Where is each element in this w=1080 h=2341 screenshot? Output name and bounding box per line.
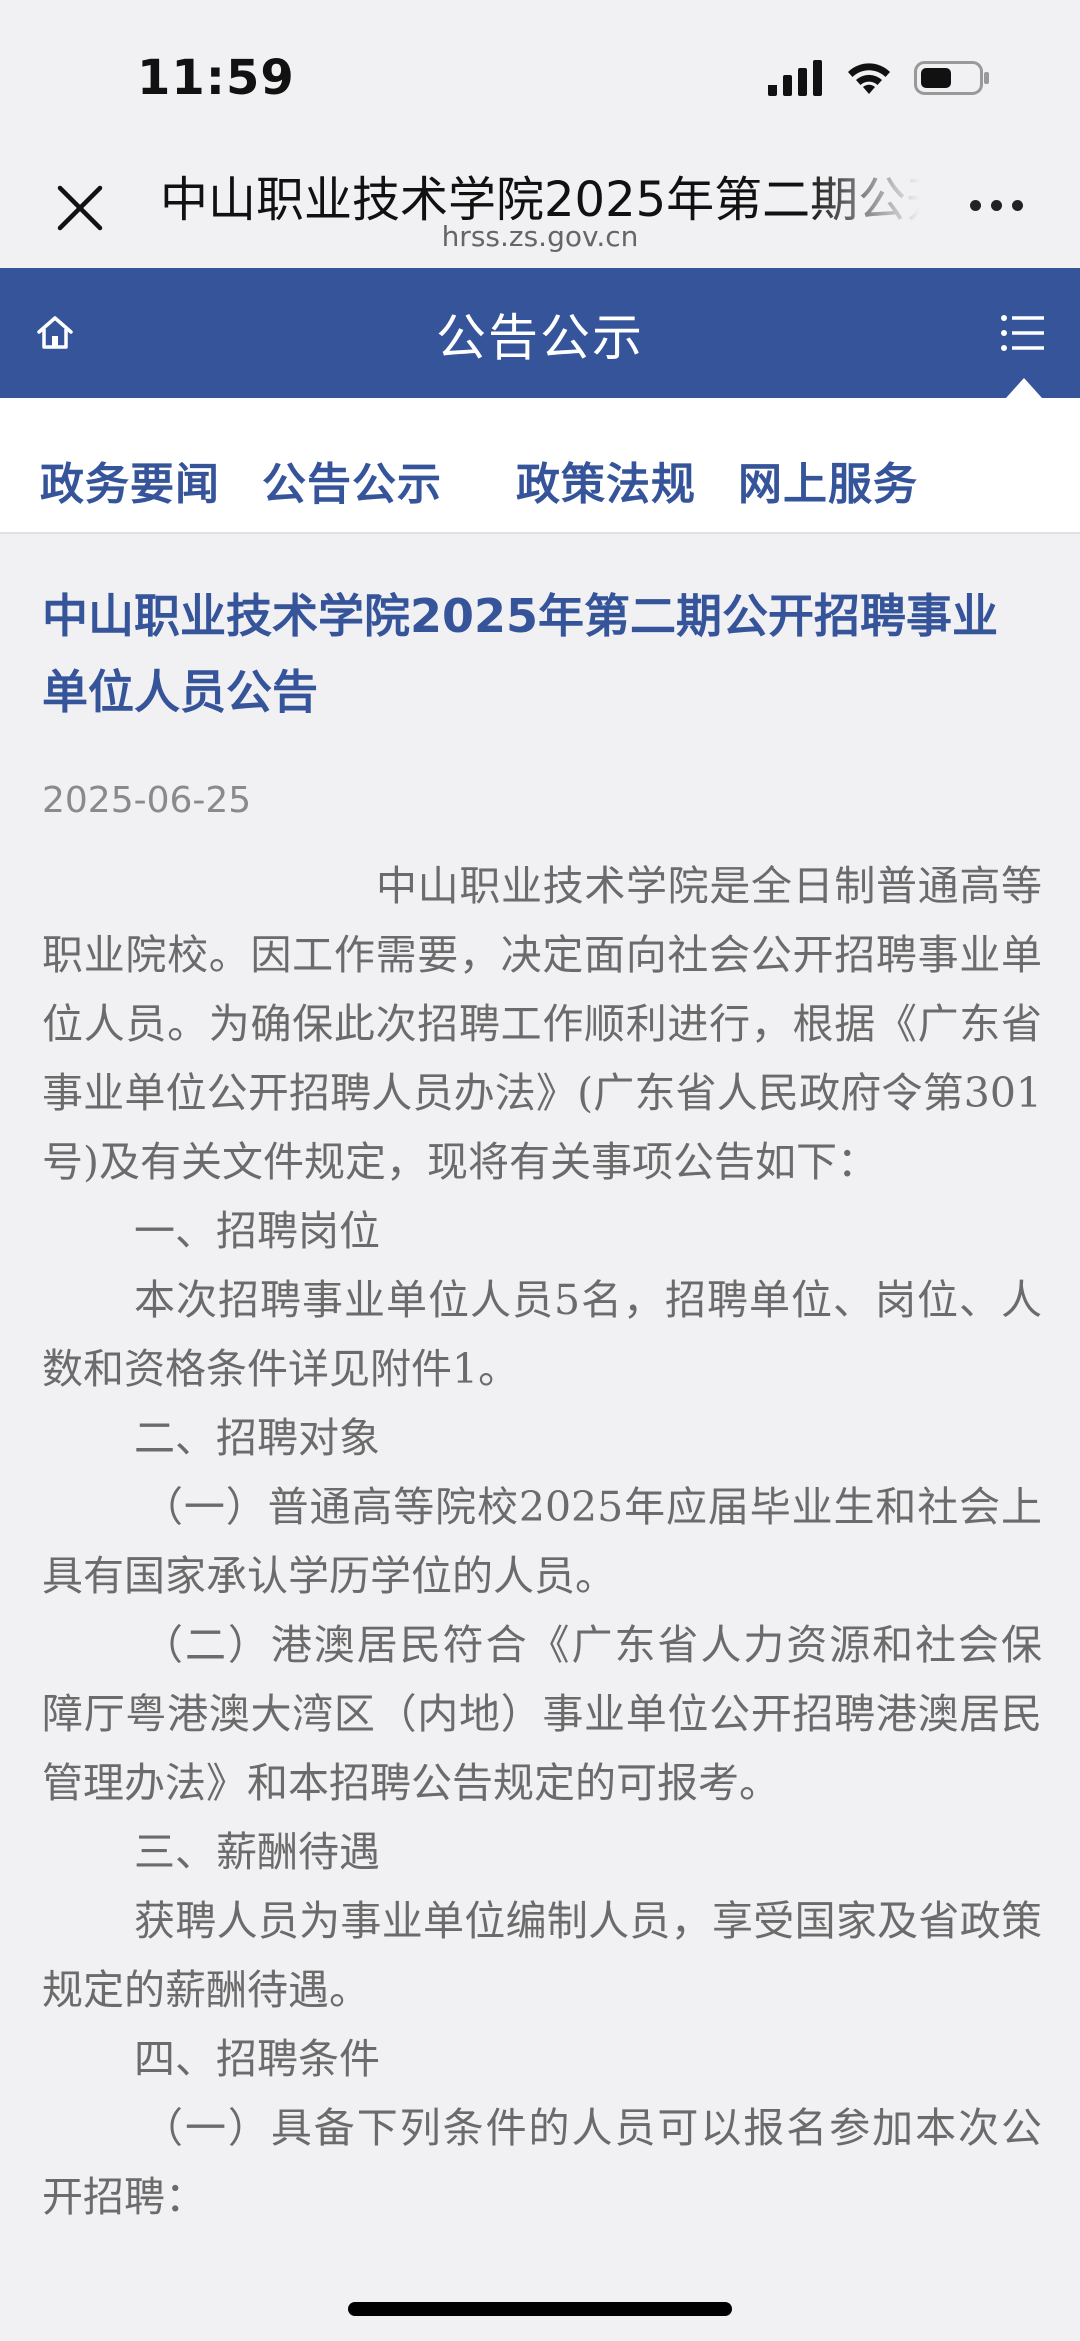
- article-paragraph: 中山职业技术学院是全日制普通高等职业院校。因工作需要，决定面向社会公开招聘事业单…: [42, 862, 1042, 1186]
- article-date: 2025-06-25: [42, 780, 252, 821]
- battery-icon: [914, 61, 989, 95]
- header-title: 公告公示: [436, 309, 644, 367]
- wifi-icon: [848, 63, 890, 94]
- sub-nav-item-online-services[interactable]: 网上服务: [738, 448, 918, 512]
- home-indicator[interactable]: [348, 2302, 732, 2316]
- article-paragraph: 本次招聘事业单位人员5名，招聘单位、岗位、人数和资格条件详见附件1。: [42, 1276, 1042, 1393]
- site-header: 公告公示: [0, 268, 1080, 398]
- section-heading: 一、招聘岗位: [134, 1207, 380, 1255]
- cellular-signal-icon: [768, 60, 822, 96]
- section-heading: 三、薪酬待遇: [134, 1828, 380, 1876]
- status-icons: [768, 58, 990, 98]
- more-dot-icon: [991, 199, 1002, 211]
- status-bar: 11:59: [0, 0, 1080, 150]
- sub-nav-item-policies[interactable]: 政策法规: [516, 448, 696, 512]
- status-time: 11:59: [137, 50, 295, 106]
- browser-toolbar: 中山职业技术学院2025年第二期公开招聘事业单位人员公告 hrss.zs.gov…: [0, 150, 1080, 268]
- sub-nav: 政务要闻 公告公示 政策法规 网上服务: [0, 398, 1080, 534]
- article-paragraph: 获聘人员为事业单位编制人员，享受国家及省政策规定的薪酬待遇。: [42, 1897, 1042, 2014]
- sub-nav-item-announcements[interactable]: 公告公示: [262, 448, 442, 512]
- article-paragraph: （一）普通高等院校2025年应届毕业生和社会上具有国家承认学历学位的人员。: [42, 1483, 1042, 1600]
- article-body: 中山职业技术学院是全日制普通高等职业院校。因工作需要，决定面向社会公开招聘事业单…: [42, 852, 1042, 2232]
- article-paragraph: （二）港澳居民符合《广东省人力资源和社会保障厅粤港澳大湾区（内地）事业单位公开招…: [42, 1621, 1042, 1807]
- more-options-button[interactable]: [970, 190, 1030, 220]
- browser-page-url: hrss.zs.gov.cn: [441, 220, 639, 253]
- sub-nav-item-news[interactable]: 政务要闻: [40, 448, 220, 512]
- more-dot-icon: [1012, 199, 1023, 211]
- article-paragraph: （一）具备下列条件的人员可以报名参加本次公开招聘：: [42, 2104, 1042, 2221]
- menu-pointer: [1006, 378, 1042, 398]
- section-heading: 二、招聘对象: [134, 1414, 380, 1462]
- menu-icon[interactable]: [1000, 310, 1046, 356]
- more-dot-icon: [970, 199, 981, 211]
- article-title: 中山职业技术学院2025年第二期公开招聘事业单位人员公告: [42, 589, 999, 719]
- section-heading: 四、招聘条件: [134, 2035, 380, 2083]
